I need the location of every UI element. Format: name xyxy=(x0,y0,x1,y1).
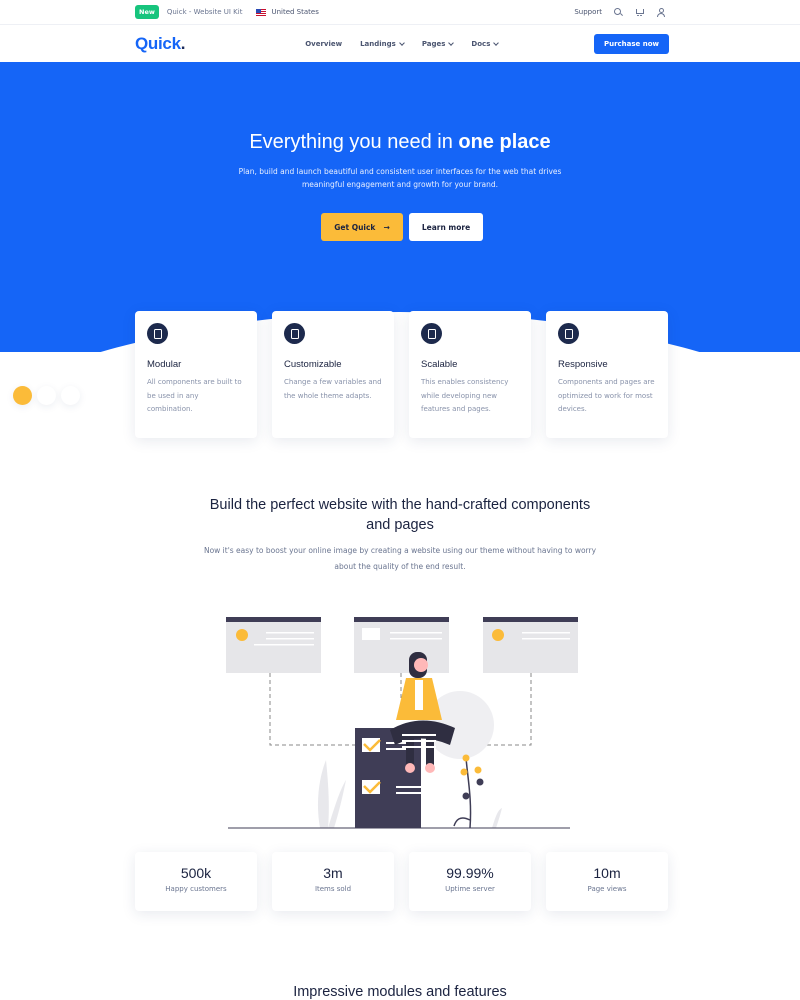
hero-section: Everything you need in one place Plan, b… xyxy=(0,62,800,352)
stat-value: 500k xyxy=(180,865,212,881)
kit-name[interactable]: Quick - Website UI Kit xyxy=(167,8,243,16)
hero-title: Everything you need in one place xyxy=(0,131,800,154)
feature-title: Responsive xyxy=(558,359,608,370)
logo[interactable]: Quick. xyxy=(135,33,186,54)
feature-title: Customizable xyxy=(284,359,342,370)
stat-card: 99.99% Uptime server xyxy=(409,852,531,911)
stat-value: 10m xyxy=(593,865,621,881)
nav-overview-label: Overview xyxy=(305,39,343,48)
image-icon xyxy=(284,323,305,344)
nav-pages[interactable]: Pages xyxy=(421,39,455,48)
stat-card: 3m Items sold xyxy=(272,852,394,911)
stat-label: Uptime server xyxy=(445,885,495,893)
user-icon[interactable] xyxy=(656,7,665,17)
learn-more-button[interactable]: Learn more xyxy=(409,213,483,241)
feature-text: Change a few variables and the whole the… xyxy=(284,378,382,400)
topbar: New Quick - Website UI Kit United States… xyxy=(0,0,800,24)
get-quick-button[interactable]: Get Quick → xyxy=(321,213,403,241)
hero-curve-divider xyxy=(0,312,800,352)
feature-text: All components are built to be used in a… xyxy=(147,378,242,413)
feature-card-responsive: Responsive Components and pages are opti… xyxy=(546,311,668,438)
feature-card-scalable: Scalable This enables consistency while … xyxy=(409,311,531,438)
stat-label: Happy customers xyxy=(165,885,227,893)
feature-text: Components and pages are optimized to wo… xyxy=(558,378,655,413)
feature-card-modular: Modular All components are built to be u… xyxy=(135,311,257,438)
new-badge: New xyxy=(135,5,159,19)
nav-docs-label: Docs xyxy=(471,39,491,48)
stat-card: 10m Page views xyxy=(546,852,668,911)
arrow-right-icon: → xyxy=(383,222,390,232)
hero-title-bold: one place xyxy=(458,131,551,153)
feature-title: Scalable xyxy=(421,359,458,370)
section-title: Build the perfect website with the hand-… xyxy=(209,497,591,533)
style-dot-white[interactable] xyxy=(61,386,80,405)
logo-dot: . xyxy=(180,33,186,53)
window-center xyxy=(354,617,449,673)
feature-title: Modular xyxy=(147,359,182,370)
chevron-down-icon xyxy=(448,39,455,46)
style-dot-white[interactable] xyxy=(37,386,56,405)
nav-docs[interactable]: Docs xyxy=(471,39,500,48)
external-link-icon xyxy=(421,323,442,344)
cart-icon[interactable] xyxy=(635,8,644,17)
get-quick-label: Get Quick xyxy=(334,222,376,232)
section-title: Impressive modules and features xyxy=(293,984,507,1000)
window-right xyxy=(483,617,578,673)
feature-text: This enables consistency while developin… xyxy=(421,378,509,413)
feature-card-customizable: Customizable Change a few variables and … xyxy=(272,311,394,438)
nav-links: Overview Landings Pages Docs xyxy=(305,39,500,48)
nav-landings[interactable]: Landings xyxy=(360,39,405,48)
style-dot-yellow[interactable] xyxy=(13,386,32,405)
support-link[interactable]: Support xyxy=(574,8,602,16)
style-switcher xyxy=(13,386,80,405)
hero-illustration xyxy=(226,617,578,829)
chevron-down-icon xyxy=(493,39,500,46)
topbar-actions: Support xyxy=(574,7,665,17)
stat-label: Items sold xyxy=(314,885,352,893)
nav-landings-label: Landings xyxy=(360,39,396,48)
purchase-now-button[interactable]: Purchase now xyxy=(593,33,669,54)
search-icon[interactable] xyxy=(614,7,623,17)
window-left xyxy=(226,617,321,673)
mobile-icon xyxy=(558,323,579,344)
nav-overview[interactable]: Overview xyxy=(305,40,342,48)
drop-icon xyxy=(147,323,168,344)
stat-value: 99.99% xyxy=(446,865,494,881)
us-flag-icon[interactable] xyxy=(256,8,267,16)
section-subtitle: Now it's easy to boost your online image… xyxy=(203,546,597,571)
logo-main: Quick xyxy=(135,33,181,53)
main-navbar: Quick. Overview Landings Pages Docs Purc… xyxy=(0,24,800,62)
stat-value: 3m xyxy=(323,865,343,881)
stat-label: Page views xyxy=(587,885,627,893)
hero-title-regular: Everything you need in xyxy=(249,131,453,153)
stat-card: 500k Happy customers xyxy=(135,852,257,911)
country-selector[interactable]: United States xyxy=(271,8,318,16)
hero-subtitle: Plan, build and launch beautiful and con… xyxy=(238,167,562,189)
chevron-down-icon xyxy=(398,39,405,46)
nav-pages-label: Pages xyxy=(421,39,446,48)
